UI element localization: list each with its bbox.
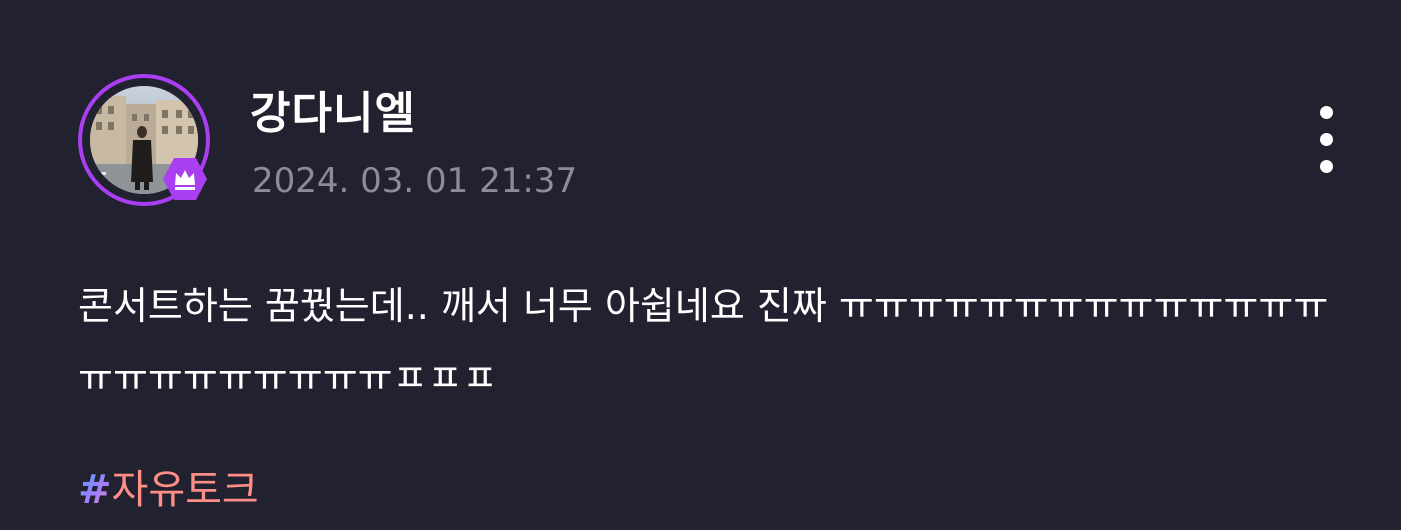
hashtag-label: 자유토크 [111,467,259,513]
hashtag-symbol: # [78,467,112,513]
hashtag-link[interactable]: #자유토크 [78,462,259,518]
author-name[interactable]: 강다니엘 [250,84,416,144]
post-timestamp: 2024. 03. 01 21:37 [252,161,578,201]
post-body-text: 콘서트하는 꿈꿨는데.. 깨서 너무 아쉽네요 진짜 ㅠㅠㅠㅠㅠㅠㅠㅠㅠㅠㅠㅠㅠ… [78,284,1329,400]
more-options-button[interactable] [1306,100,1346,180]
crown-badge [162,156,208,202]
author-avatar[interactable] [78,74,210,206]
post-card: 강다니엘 2024. 03. 01 21:37 콘서트하는 꿈꿨는데.. 깨서 … [0,0,1401,530]
